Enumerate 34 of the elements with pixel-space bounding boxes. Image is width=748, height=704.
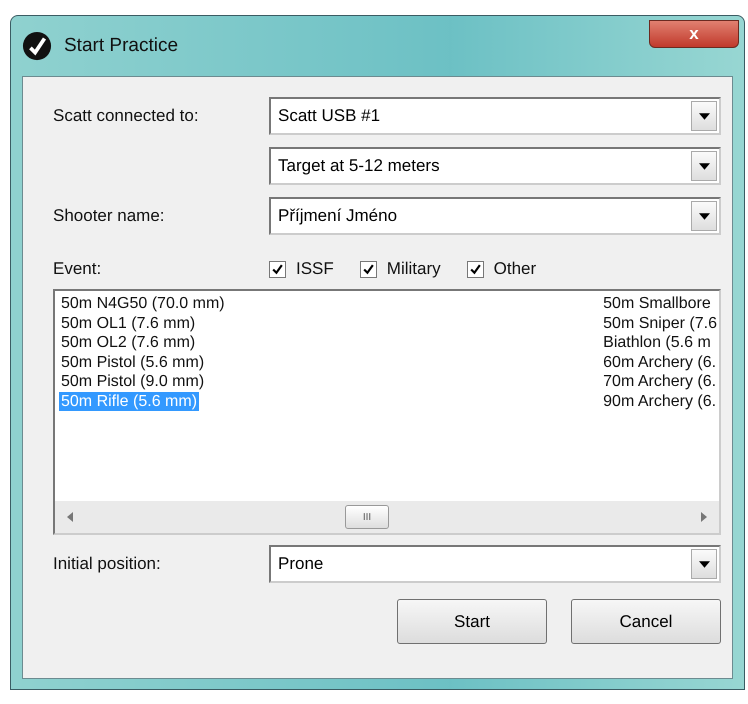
checkbox-label[interactable]: Other [494,259,536,279]
field-label: Event: [53,259,102,279]
field-label: Shooter name: [53,206,166,226]
checkbox-label[interactable]: ISSF [296,259,334,279]
list-item[interactable]: 50m N4G50 (70.0 mm) [59,294,227,314]
horizontal-scrollbar[interactable]: III [55,501,719,533]
dropdown[interactable]: Scatt USB #1 [269,97,721,135]
checkbox[interactable] [360,260,377,278]
checkbox[interactable] [466,260,484,278]
list-item[interactable]: 50m Sniper (7.6 [601,314,719,333]
window-title: Start Practice [64,35,178,57]
scrollbar-thumb[interactable]: III [345,505,389,529]
list-item[interactable]: 50m OL2 (7.6 mm) [59,333,198,352]
list-item[interactable]: 50m Smallbore [601,294,713,314]
list-item[interactable]: 50m Pistol (9.0 mm) [59,372,206,392]
list-item[interactable]: Biathlon (5.6 m [601,333,713,352]
cancel-button[interactable]: Cancel [571,599,721,644]
field-label: Scatt connected to: [53,106,200,126]
list-item[interactable]: 50m OL1 (7.6 mm) [59,314,198,333]
list-item[interactable]: 60m Archery (6. [601,352,718,372]
scroll-left-icon[interactable] [67,512,73,522]
list-item[interactable]: 70m Archery (6. [601,372,718,392]
app-icon [22,31,52,61]
checkbox[interactable] [269,260,286,278]
start-button[interactable]: Start [397,599,547,644]
dropdown[interactable]: Target at 5-12 meters [269,147,721,185]
dropdown[interactable]: Prone [269,545,721,583]
field-label: Initial position: [53,554,162,574]
list-item[interactable]: 90m Archery (6. [601,392,718,411]
list-item[interactable]: 50m Pistol (5.6 mm) [59,352,206,372]
scroll-right-icon[interactable] [701,512,707,522]
dropdown[interactable]: Příjmení Jméno [269,197,721,235]
checkbox-label[interactable]: Military [386,259,441,279]
close-button[interactable]: x [649,20,739,48]
